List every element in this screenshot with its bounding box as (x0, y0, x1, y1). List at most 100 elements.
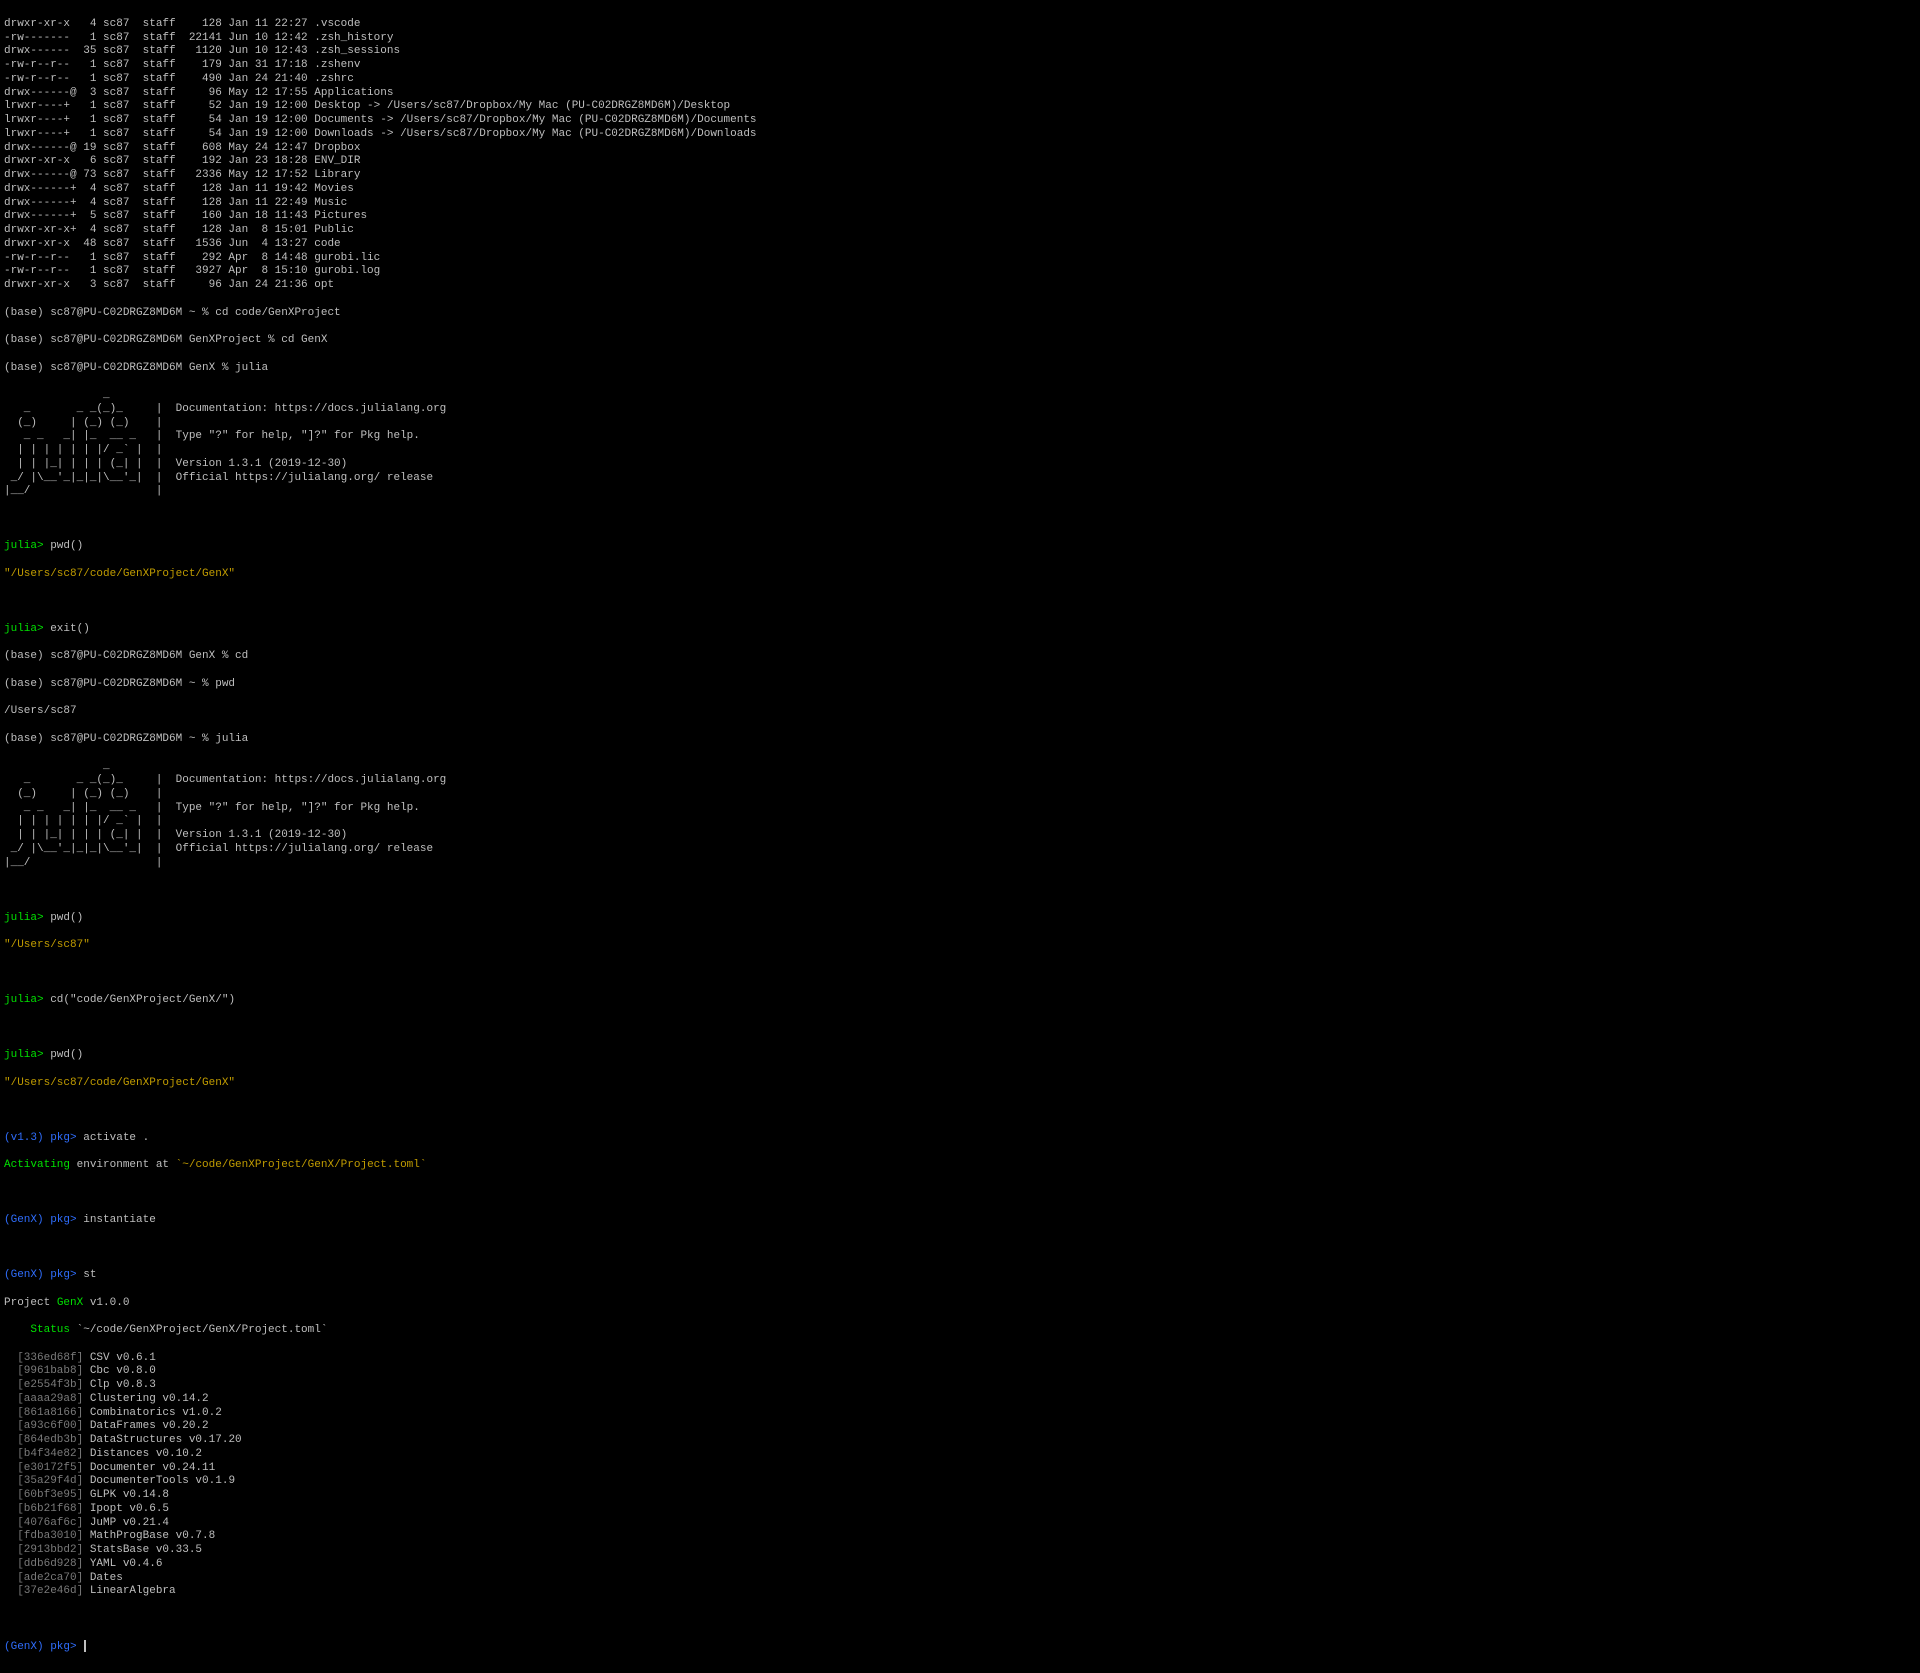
ls-row: drwxr-xr-x 4 sc87 staff 128 Jan 11 22:27… (4, 18, 1916, 32)
package-uuid: [861a8166] (17, 1407, 83, 1419)
package-uuid: [b4f34e82] (17, 1448, 83, 1460)
julia-repl-line: julia> pwd() (4, 1049, 1916, 1063)
ls-row: drwx------ 35 sc87 staff 1120 Jun 10 12:… (4, 45, 1916, 59)
package-row: [60bf3e95] GLPK v0.14.8 (4, 1489, 1916, 1503)
empty-line (4, 1022, 1916, 1036)
package-uuid: [336ed68f] (17, 1352, 83, 1364)
package-name: DataStructures v0.17.20 (83, 1434, 241, 1446)
package-uuid: [864edb3b] (17, 1434, 83, 1446)
ls-row: lrwxr----+ 1 sc87 staff 54 Jan 19 12:00 … (4, 128, 1916, 142)
package-uuid: [ddb6d928] (17, 1558, 83, 1570)
package-uuid: [b6b21f68] (17, 1503, 83, 1515)
ls-row: drwxr-xr-x 3 sc87 staff 96 Jan 24 21:36 … (4, 279, 1916, 293)
pkg-prompt: (GenX) pkg> (4, 1269, 77, 1281)
empty-line (4, 513, 1916, 527)
pkg-prompt: (GenX) pkg> (4, 1214, 77, 1226)
pkg-repl-line: (v1.3) pkg> activate . (4, 1132, 1916, 1146)
package-row: [e30172f5] Documenter v0.24.11 (4, 1462, 1916, 1476)
package-uuid: [9961bab8] (17, 1365, 83, 1377)
ls-row: -rw-r--r-- 1 sc87 staff 179 Jan 31 17:18… (4, 59, 1916, 73)
package-name: Ipopt v0.6.5 (83, 1503, 169, 1515)
ls-row: drwx------@ 19 sc87 staff 608 May 24 12:… (4, 142, 1916, 156)
package-name: Distances v0.10.2 (83, 1448, 202, 1460)
package-uuid: [ade2ca70] (17, 1572, 83, 1584)
julia-banner: _ _ _ _(_)_ | Documentation: https://doc… (4, 760, 1916, 870)
cursor-icon (84, 1640, 86, 1652)
package-name: Documenter v0.24.11 (83, 1462, 215, 1474)
ls-row: drwx------+ 4 sc87 staff 128 Jan 11 19:4… (4, 183, 1916, 197)
julia-repl-line: julia> pwd() (4, 912, 1916, 926)
package-name: CSV v0.6.1 (83, 1352, 156, 1364)
ls-row: drwx------@ 73 sc87 staff 2336 May 12 17… (4, 169, 1916, 183)
ls-row: drwxr-xr-x 6 sc87 staff 192 Jan 23 18:28… (4, 155, 1916, 169)
julia-prompt: julia> (4, 994, 44, 1006)
package-row: [fdba3010] MathProgBase v0.7.8 (4, 1530, 1916, 1544)
julia-prompt: julia> (4, 1049, 44, 1061)
package-name: DataFrames v0.20.2 (83, 1420, 208, 1432)
ls-output: drwxr-xr-x 4 sc87 staff 128 Jan 11 22:27… (4, 18, 1916, 293)
package-row: [35a29f4d] DocumenterTools v0.1.9 (4, 1475, 1916, 1489)
empty-line (4, 1187, 1916, 1201)
package-uuid: [4076af6c] (17, 1517, 83, 1529)
package-row: [ddb6d928] YAML v0.4.6 (4, 1558, 1916, 1572)
package-uuid: [a93c6f00] (17, 1420, 83, 1432)
pkg-prompt: (v1.3) pkg> (4, 1132, 77, 1144)
package-name: Combinatorics v1.0.2 (83, 1407, 222, 1419)
empty-line (4, 884, 1916, 898)
package-list: [336ed68f] CSV v0.6.1 [9961bab8] Cbc v0.… (4, 1352, 1916, 1600)
package-uuid: [fdba3010] (17, 1530, 83, 1542)
package-row: [e2554f3b] Clp v0.8.3 (4, 1379, 1916, 1393)
julia-repl-line: julia> pwd() (4, 540, 1916, 554)
empty-line (4, 967, 1916, 981)
pkg-repl-line[interactable]: (GenX) pkg> (4, 1640, 1916, 1655)
package-name: Cbc v0.8.0 (83, 1365, 156, 1377)
ls-row: drwxr-xr-x+ 4 sc87 staff 128 Jan 8 15:01… (4, 224, 1916, 238)
julia-prompt: julia> (4, 623, 44, 635)
package-name: Clustering v0.14.2 (83, 1393, 208, 1405)
package-name: JuMP v0.21.4 (83, 1517, 169, 1529)
terminal[interactable]: drwxr-xr-x 4 sc87 staff 128 Jan 11 22:27… (0, 0, 1920, 1673)
output-line: "/Users/sc87/code/GenXProject/GenX" (4, 568, 1916, 582)
package-name: Clp v0.8.3 (83, 1379, 156, 1391)
pkg-repl-line: (GenX) pkg> instantiate (4, 1214, 1916, 1228)
shell-line: (base) sc87@PU-C02DRGZ8MD6M ~ % julia (4, 733, 1916, 747)
package-uuid: [e2554f3b] (17, 1379, 83, 1391)
shell-line: (base) sc87@PU-C02DRGZ8MD6M GenX % cd (4, 650, 1916, 664)
package-name: StatsBase v0.33.5 (83, 1544, 202, 1556)
package-uuid: [35a29f4d] (17, 1475, 83, 1487)
shell-line: (base) sc87@PU-C02DRGZ8MD6M GenXProject … (4, 334, 1916, 348)
julia-repl-line: julia> cd("code/GenXProject/GenX/") (4, 994, 1916, 1008)
ls-row: -rw-r--r-- 1 sc87 staff 490 Jan 24 21:40… (4, 73, 1916, 87)
ls-row: drwx------+ 5 sc87 staff 160 Jan 18 11:4… (4, 210, 1916, 224)
empty-line (4, 1242, 1916, 1256)
ls-row: drwx------+ 4 sc87 staff 128 Jan 11 22:4… (4, 197, 1916, 211)
package-row: [864edb3b] DataStructures v0.17.20 (4, 1434, 1916, 1448)
output-line: Activating environment at `~/code/GenXPr… (4, 1159, 1916, 1173)
output-line: "/Users/sc87" (4, 939, 1916, 953)
julia-prompt: julia> (4, 540, 44, 552)
pkg-repl-line: (GenX) pkg> st (4, 1269, 1916, 1283)
package-name: Dates (83, 1572, 123, 1584)
package-row: [ade2ca70] Dates (4, 1572, 1916, 1586)
package-name: DocumenterTools v0.1.9 (83, 1475, 235, 1487)
package-name: GLPK v0.14.8 (83, 1489, 169, 1501)
julia-banner: _ _ _ _(_)_ | Documentation: https://doc… (4, 389, 1916, 499)
package-uuid: [60bf3e95] (17, 1489, 83, 1501)
package-row: [aaaa29a8] Clustering v0.14.2 (4, 1393, 1916, 1407)
package-row: [b6b21f68] Ipopt v0.6.5 (4, 1503, 1916, 1517)
package-name: YAML v0.4.6 (83, 1558, 162, 1570)
package-row: [a93c6f00] DataFrames v0.20.2 (4, 1420, 1916, 1434)
package-row: [9961bab8] Cbc v0.8.0 (4, 1365, 1916, 1379)
julia-repl-line: julia> exit() (4, 623, 1916, 637)
pkg-prompt: (GenX) pkg> (4, 1641, 77, 1653)
package-row: [2913bbd2] StatsBase v0.33.5 (4, 1544, 1916, 1558)
ls-row: lrwxr----+ 1 sc87 staff 52 Jan 19 12:00 … (4, 100, 1916, 114)
package-name: MathProgBase v0.7.8 (83, 1530, 215, 1542)
empty-line (4, 1613, 1916, 1627)
package-row: [b4f34e82] Distances v0.10.2 (4, 1448, 1916, 1462)
shell-line: (base) sc87@PU-C02DRGZ8MD6M ~ % cd code/… (4, 307, 1916, 321)
ls-row: drwxr-xr-x 48 sc87 staff 1536 Jun 4 13:2… (4, 238, 1916, 252)
package-name: LinearAlgebra (83, 1585, 175, 1597)
package-uuid: [2913bbd2] (17, 1544, 83, 1556)
ls-row: -rw-r--r-- 1 sc87 staff 292 Apr 8 14:48 … (4, 252, 1916, 266)
